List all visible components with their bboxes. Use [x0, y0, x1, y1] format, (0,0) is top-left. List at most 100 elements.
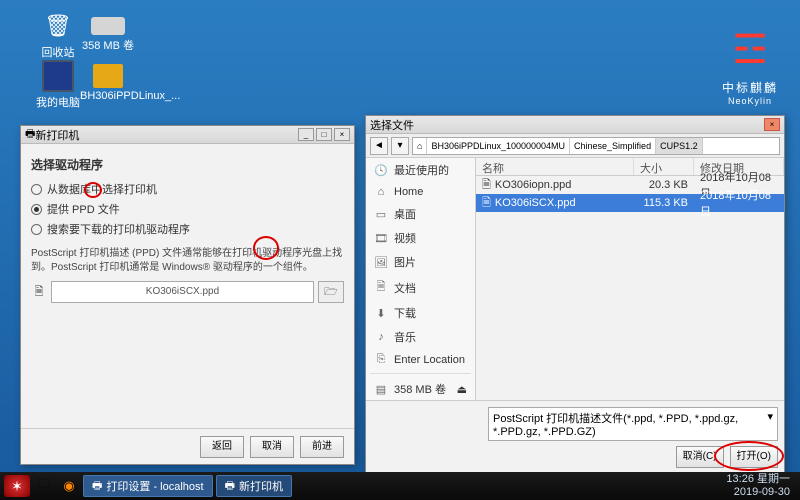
file-name: KO306iopn.ppd: [495, 179, 571, 191]
radio-icon: [31, 224, 42, 235]
folder-open-icon: 🗁: [324, 283, 338, 302]
label: 358 MB 卷: [80, 37, 136, 53]
printer-icon: 🖶: [92, 477, 102, 496]
browse-button[interactable]: 🗁: [318, 281, 344, 303]
dialog-footer: PostScript 打印机描述文件(*.ppd, *.PPD, *.ppd.g…: [366, 400, 784, 474]
place-enter-location[interactable]: ⎘ Enter Location: [366, 349, 475, 370]
taskbar-browser-icon[interactable]: ◉: [58, 475, 80, 497]
taskbar: ✶ 🗀 ◉ 🖶打印设置 - localhost 🖶新打印机 13:26 星期一 …: [0, 472, 800, 500]
file-type-filter[interactable]: PostScript 打印机描述文件(*.ppd, *.PPD, *.ppd.g…: [488, 407, 778, 441]
download-icon: ⬇: [374, 307, 388, 320]
place-volume[interactable]: ▤ 358 MB 卷 ⏏: [366, 377, 475, 400]
annotation-circle: [84, 182, 102, 198]
ppd-file-field[interactable]: KO306iSCX.ppd: [51, 281, 314, 303]
file-list: 名称 大小 修改日期 🗎KO306iopn.ppd 20.3 KB 2018年1…: [476, 158, 784, 400]
label: 我的电脑: [30, 94, 86, 110]
desktop-icon-trash[interactable]: 🗑 回收站: [30, 10, 86, 60]
eject-icon[interactable]: ⏏: [457, 383, 467, 396]
file-date: 2018年10月08日: [694, 187, 784, 219]
chevron-down-icon: ▾: [767, 410, 773, 438]
place-desktop[interactable]: ▭ 桌面: [366, 202, 475, 226]
label: Enter Location: [394, 354, 465, 366]
cancel-button[interactable]: 取消: [250, 436, 294, 458]
tray-date: 2019-09-30: [726, 486, 790, 499]
task-print-settings[interactable]: 🖶打印设置 - localhost: [83, 475, 213, 497]
system-tray[interactable]: 13:26 星期一 2019-09-30: [726, 473, 796, 499]
annotation-circle: [253, 236, 279, 260]
option-label: 搜索要下载的打印机驱动程序: [47, 221, 190, 237]
crumb[interactable]: CUPS1.2: [656, 138, 703, 154]
col-size[interactable]: 大小: [634, 158, 694, 175]
back-button[interactable]: 返回: [200, 436, 244, 458]
option-search-download[interactable]: 搜索要下载的打印机驱动程序: [31, 221, 344, 237]
window-title: 选择文件: [370, 117, 764, 133]
label: 音乐: [394, 329, 416, 345]
label: 下载: [394, 305, 416, 321]
label: BH306iPPDLinux_...: [80, 90, 136, 102]
place-downloads[interactable]: ⬇ 下载: [366, 301, 475, 325]
place-documents[interactable]: 🗎 文档: [366, 274, 475, 301]
location-icon: ⎘: [374, 353, 388, 366]
label: 桌面: [394, 206, 416, 222]
document-icon: 🗎: [374, 278, 388, 297]
file-size: 115.3 KB: [634, 197, 694, 209]
printer-icon: 🖶: [225, 477, 235, 496]
close-button[interactable]: ×: [764, 118, 780, 131]
col-name[interactable]: 名称: [476, 158, 634, 175]
crumb[interactable]: BH306iPPDLinux_100000004MU: [427, 138, 570, 154]
nav-down-button[interactable]: ▾: [391, 137, 409, 155]
label: 最近使用的: [394, 162, 449, 178]
option-provide-ppd[interactable]: 提供 PPD 文件: [31, 201, 344, 217]
file-name: KO306iSCX.ppd: [495, 197, 576, 209]
label: 回收站: [30, 44, 86, 60]
label: 358 MB 卷: [394, 381, 446, 397]
place-home[interactable]: ⌂ Home: [366, 182, 475, 202]
image-icon: 🖼: [374, 256, 388, 269]
forward-button[interactable]: 前进: [300, 436, 344, 458]
places-sidebar: 🕓 最近使用的 ⌂ Home ▭ 桌面 🎞视频 🖼 图片 🗎 文档 ⬇ 下载 ♪音乐 ⎘ En…: [366, 158, 476, 400]
file-row[interactable]: 🗎KO306iSCX.ppd 115.3 KB 2018年10月08日: [476, 194, 784, 212]
minimize-button[interactable]: _: [298, 128, 314, 141]
file-size: 20.3 KB: [634, 179, 694, 191]
label: 图片: [394, 254, 416, 270]
radio-icon: [31, 204, 42, 215]
label: 文档: [394, 280, 416, 296]
brand-cn: 中标麒麟: [720, 79, 780, 96]
radio-icon: [31, 184, 42, 195]
place-pictures[interactable]: 🖼 图片: [366, 250, 475, 274]
os-logo: ☲ 中标麒麟 NeoKylin: [720, 30, 780, 106]
place-music[interactable]: ♪音乐: [366, 325, 475, 349]
desktop-icon: ▭: [374, 208, 388, 221]
taskbar-files-icon[interactable]: 🗀: [33, 475, 55, 497]
nav-back-button[interactable]: ◄: [370, 137, 388, 155]
dialog-footer: 返回 取消 前进: [21, 428, 354, 464]
crumb[interactable]: Chinese_Simplified: [570, 138, 656, 154]
close-button[interactable]: ×: [334, 128, 350, 141]
titlebar[interactable]: 选择文件 ×: [366, 116, 784, 134]
label: 视频: [394, 230, 416, 246]
maximize-button[interactable]: □: [316, 128, 332, 141]
label: Home: [394, 186, 423, 198]
titlebar[interactable]: 🖶 新打印机 _ □ ×: [21, 126, 354, 144]
breadcrumb[interactable]: ⌂ BH306iPPDLinux_100000004MU Chinese_Sim…: [412, 137, 780, 155]
desktop-icon-folder[interactable]: BH306iPPDLinux_...: [80, 60, 136, 102]
place-video[interactable]: 🎞视频: [366, 226, 475, 250]
file-icon: 🗎: [31, 283, 47, 302]
desktop-icon-mypc[interactable]: 我的电脑: [30, 60, 86, 110]
path-bar: ◄ ▾ ⌂ BH306iPPDLinux_100000004MU Chinese…: [366, 134, 784, 158]
window-title: 新打印机: [35, 127, 298, 143]
trash-icon: 🗑: [42, 10, 74, 42]
clock-icon: 🕓: [374, 164, 388, 177]
printer-icon: 🖶: [25, 125, 35, 144]
task-new-printer[interactable]: 🖶新打印机: [216, 475, 292, 497]
separator: [370, 373, 471, 374]
desktop-icon-drive[interactable]: 358 MB 卷: [80, 10, 136, 53]
crumb-home-icon[interactable]: ⌂: [413, 138, 427, 154]
place-recent[interactable]: 🕓 最近使用的: [366, 158, 475, 182]
start-button[interactable]: ✶: [4, 475, 30, 497]
home-icon: ⌂: [374, 186, 388, 198]
dragon-icon: ☲: [720, 30, 780, 75]
window-new-printer: 🖶 新打印机 _ □ × 选择驱动程序 从数据库中选择打印机 提供 PPD 文件…: [20, 125, 355, 465]
option-from-database[interactable]: 从数据库中选择打印机: [31, 181, 344, 197]
drive-icon: ▤: [374, 383, 388, 396]
